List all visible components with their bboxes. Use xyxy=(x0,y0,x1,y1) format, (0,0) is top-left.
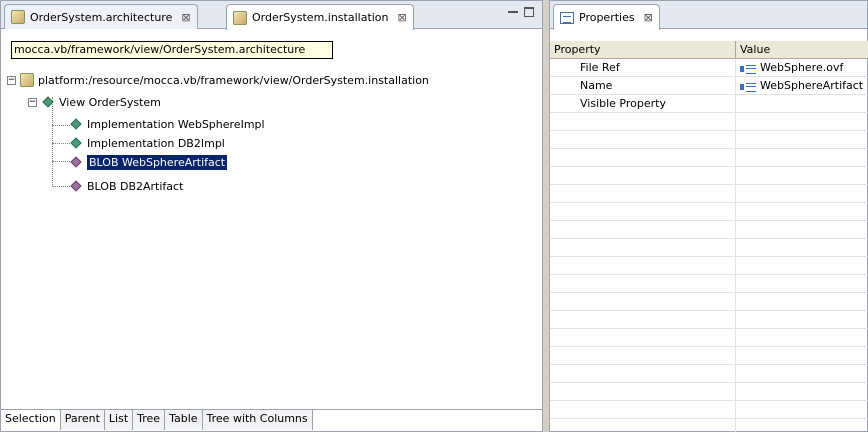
implementation-icon xyxy=(70,118,82,130)
empty-row xyxy=(550,383,868,401)
maximize-icon[interactable] xyxy=(524,7,534,17)
empty-row xyxy=(550,167,868,185)
blob-icon xyxy=(70,180,82,192)
column-header-property[interactable]: Property xyxy=(550,41,736,58)
empty-row xyxy=(550,347,868,365)
pane-controls xyxy=(508,7,534,17)
empty-row xyxy=(550,149,868,167)
tree-item-label: BLOB WebSphereArtifact xyxy=(85,153,229,171)
properties-tab-bar: Properties ⊠ xyxy=(550,1,867,30)
tab-label: OrderSystem.architecture xyxy=(30,10,173,24)
table-row[interactable]: Name WebSphereArtifact xyxy=(550,77,868,95)
tree-view-label: View OrderSystem xyxy=(59,95,161,109)
property-name: Visible Property xyxy=(550,95,736,112)
empty-row xyxy=(550,257,868,275)
table-row[interactable]: Visible Property xyxy=(550,95,868,113)
empty-row xyxy=(550,401,868,419)
path-tooltip: mocca.vb/framework/view/OrderSystem.arch… xyxy=(11,41,333,59)
tab-ordersystem-installation[interactable]: OrderSystem.installation ⊠ xyxy=(226,4,414,30)
empty-row xyxy=(550,221,868,239)
minimize-icon[interactable] xyxy=(508,3,518,13)
tab-label: Properties xyxy=(579,11,635,24)
tree-view-node[interactable]: − View OrderSystem xyxy=(28,93,161,111)
empty-row xyxy=(550,239,868,257)
property-value[interactable] xyxy=(736,95,868,112)
editor-pane: OrderSystem.architecture ⊠ OrderSystem.i… xyxy=(0,0,543,432)
empty-row xyxy=(550,293,868,311)
editor-tab-bar: OrderSystem.architecture ⊠ OrderSystem.i… xyxy=(1,1,542,30)
table-header: Property Value xyxy=(550,41,868,59)
tab-table[interactable]: Table xyxy=(165,410,203,430)
tab-parent[interactable]: Parent xyxy=(60,410,105,430)
property-value-text: WebSphere.ovf xyxy=(760,61,844,74)
empty-row xyxy=(550,419,868,432)
blob-icon xyxy=(70,156,82,168)
properties-table: Property Value File Ref WebSphere.ovf Na… xyxy=(550,41,868,432)
tree-item-selected[interactable]: BLOB WebSphereArtifact xyxy=(69,153,229,171)
editor-page-tabs: Selection Parent List Tree Table Tree wi… xyxy=(1,409,542,431)
empty-row xyxy=(550,185,868,203)
close-icon[interactable]: ⊠ xyxy=(644,11,653,24)
empty-row xyxy=(550,329,868,347)
tab-ordersystem-architecture[interactable]: OrderSystem.architecture ⊠ xyxy=(4,4,198,29)
empty-row xyxy=(550,131,868,149)
close-icon[interactable]: ⊠ xyxy=(398,11,407,24)
tab-properties[interactable]: Properties ⊠ xyxy=(553,4,660,30)
property-value[interactable]: WebSphere.ovf xyxy=(736,59,868,76)
tree-item-label: Implementation DB2Impl xyxy=(87,136,225,150)
tree-root-label: platform:/resource/mocca.vb/framework/vi… xyxy=(38,73,429,87)
text-value-icon xyxy=(740,63,756,74)
model-tree: − platform:/resource/mocca.vb/framework/… xyxy=(1,71,541,401)
tree-item[interactable]: Implementation WebSphereImpl xyxy=(69,115,265,133)
column-header-value[interactable]: Value xyxy=(736,41,868,58)
tab-tree[interactable]: Tree xyxy=(133,410,166,430)
property-value-text: WebSphereArtifact xyxy=(760,79,864,92)
tree-root-node[interactable]: − platform:/resource/mocca.vb/framework/… xyxy=(7,71,429,89)
tab-tree-with-columns[interactable]: Tree with Columns xyxy=(202,410,313,430)
table-row[interactable]: File Ref WebSphere.ovf xyxy=(550,59,868,77)
tab-list[interactable]: List xyxy=(104,410,134,430)
model-file-icon xyxy=(11,10,25,24)
empty-row xyxy=(550,203,868,221)
close-icon[interactable]: ⊠ xyxy=(181,11,190,24)
tree-item-label: BLOB DB2Artifact xyxy=(87,179,184,193)
collapse-icon[interactable]: − xyxy=(7,75,16,85)
empty-row xyxy=(550,311,868,329)
tree-item[interactable]: Implementation DB2Impl xyxy=(69,134,225,152)
tree-item-label: Implementation WebSphereImpl xyxy=(87,117,265,131)
view-node-icon xyxy=(42,96,54,108)
properties-icon xyxy=(560,11,574,24)
property-name: Name xyxy=(550,77,736,94)
collapse-icon[interactable]: − xyxy=(28,97,37,107)
implementation-icon xyxy=(70,137,82,149)
tab-selection[interactable]: Selection xyxy=(1,410,61,430)
empty-row xyxy=(550,113,868,131)
property-name: File Ref xyxy=(550,59,736,76)
empty-row xyxy=(550,365,868,383)
tab-label: OrderSystem.installation xyxy=(252,11,389,24)
resource-icon xyxy=(20,73,34,87)
model-file-icon xyxy=(233,10,247,25)
property-value[interactable]: WebSphereArtifact xyxy=(736,77,868,94)
tree-item[interactable]: BLOB DB2Artifact xyxy=(69,177,183,195)
text-value-icon xyxy=(740,81,756,92)
properties-pane: Properties ⊠ Property Value File Ref Web… xyxy=(549,0,868,432)
empty-row xyxy=(550,275,868,293)
